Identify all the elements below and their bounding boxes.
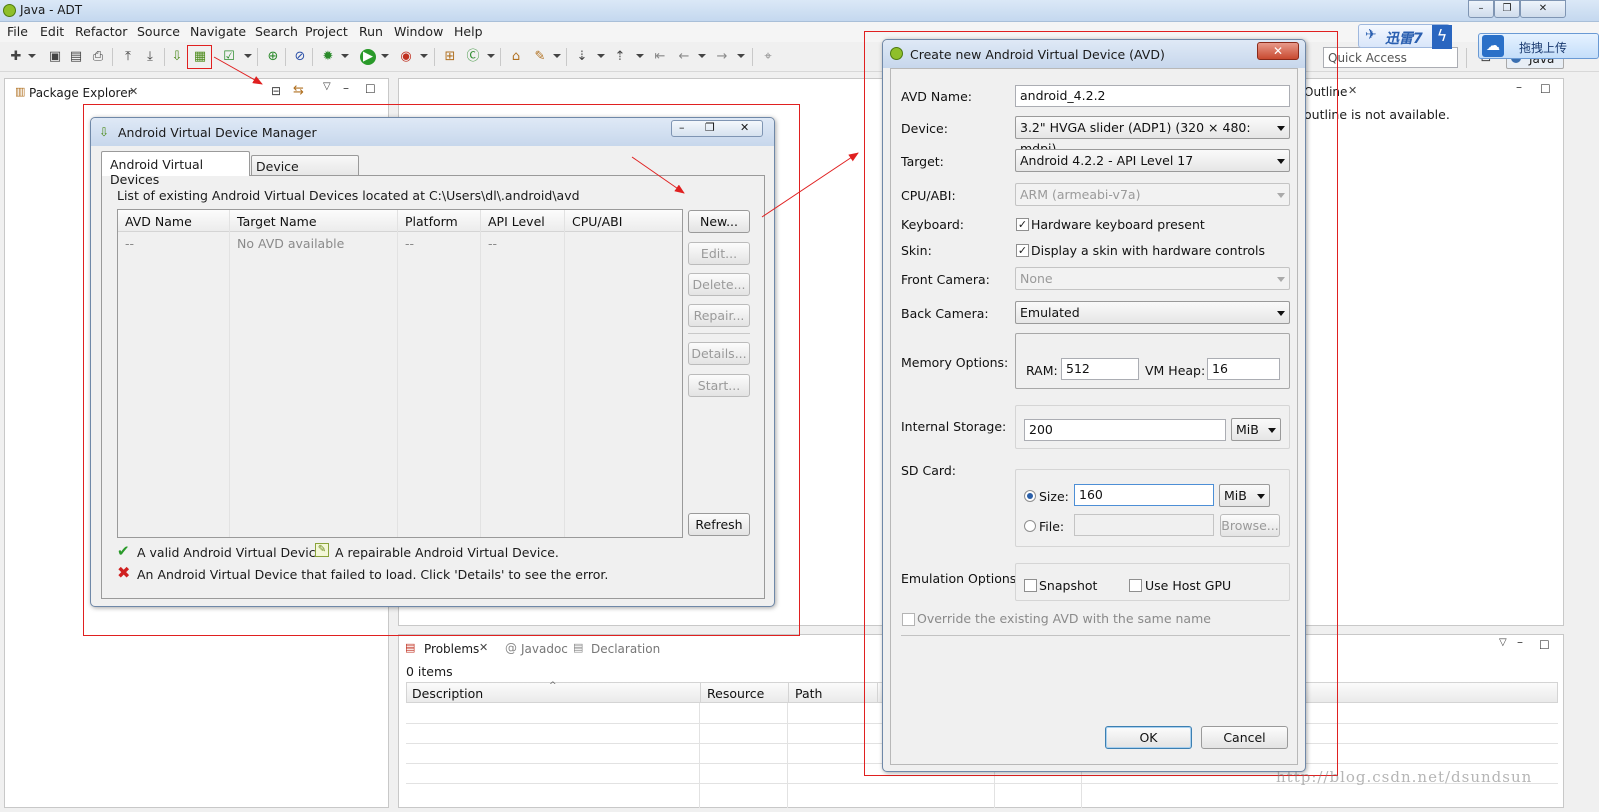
ram-label: RAM: xyxy=(1026,363,1058,378)
memory-options-group: RAM: 512 VM Heap: 16 xyxy=(1015,333,1290,389)
chevron-down-icon xyxy=(1277,277,1285,282)
host-gpu-checkbox-label: Use Host GPU xyxy=(1145,578,1232,593)
vm-heap-label: VM Heap: xyxy=(1145,363,1206,378)
sd-size-label: Size: xyxy=(1039,489,1069,504)
emulation-options-label: Emulation Options: xyxy=(901,571,1021,586)
chevron-down-icon xyxy=(1257,494,1265,499)
skin-checkbox-label: Display a skin with hardware controls xyxy=(1031,243,1265,258)
create-avd-dialog: Create new Android Virtual Device (AVD) … xyxy=(882,39,1306,772)
keyboard-checkbox[interactable]: ✓ xyxy=(1016,218,1029,231)
chevron-down-icon xyxy=(1268,428,1276,433)
sd-size-radio[interactable] xyxy=(1024,490,1036,502)
snapshot-checkbox-label: Snapshot xyxy=(1039,578,1098,593)
arrow-to-create-dialog xyxy=(761,152,859,218)
back-camera-label: Back Camera: xyxy=(901,306,989,321)
override-checkbox[interactable] xyxy=(902,613,915,626)
create-avd-title-bar: Create new Android Virtual Device (AVD) … xyxy=(883,40,1305,68)
target-select[interactable]: Android 4.2.2 - API Level 17 xyxy=(1015,149,1290,172)
device-select[interactable]: 3.2" HVGA slider (ADP1) (320 × 480: mdpi… xyxy=(1015,116,1290,156)
internal-storage-input[interactable]: 200 xyxy=(1024,419,1226,441)
cpu-abi-label: CPU/ABI: xyxy=(901,188,956,203)
back-camera-select-value: Emulated xyxy=(1020,305,1080,320)
internal-storage-group: 200 MiB xyxy=(1015,405,1290,449)
chevron-down-icon xyxy=(1277,126,1285,131)
chevron-down-icon xyxy=(1277,193,1285,198)
keyboard-label: Keyboard: xyxy=(901,217,964,232)
arrow-to-new-button xyxy=(631,156,685,194)
sd-size-unit-value: MiB xyxy=(1224,488,1247,503)
internal-storage-unit-select[interactable]: MiB xyxy=(1231,418,1281,441)
skin-checkbox[interactable]: ✓ xyxy=(1016,244,1029,257)
internal-storage-unit-value: MiB xyxy=(1236,422,1259,437)
close-icon[interactable]: ✕ xyxy=(1257,42,1299,60)
create-avd-body: AVD Name: android_4.2.2 Device: 3.2" HVG… xyxy=(890,68,1298,765)
tab-label: Android Virtual Devices xyxy=(110,157,204,187)
target-select-value: Android 4.2.2 - API Level 17 xyxy=(1020,153,1194,168)
sd-card-group: Size: 160 MiB File: Browse... xyxy=(1015,469,1290,547)
vm-heap-input[interactable]: 16 xyxy=(1207,358,1280,380)
internal-storage-label: Internal Storage: xyxy=(901,419,1007,434)
sd-file-input[interactable] xyxy=(1074,514,1214,536)
browse-button[interactable]: Browse... xyxy=(1220,514,1280,537)
dialog-separator xyxy=(901,635,1290,636)
avd-name-input[interactable]: android_4.2.2 xyxy=(1015,85,1290,107)
snapshot-checkbox[interactable] xyxy=(1024,579,1037,592)
avd-name-label: AVD Name: xyxy=(901,89,972,104)
memory-options-label: Memory Options: xyxy=(901,355,1009,370)
chevron-down-icon xyxy=(1277,159,1285,164)
front-camera-select[interactable]: None xyxy=(1015,267,1290,290)
skin-label: Skin: xyxy=(901,243,932,258)
adt-app-icon xyxy=(890,47,903,60)
arrow-toolbar-to-manager xyxy=(213,56,263,85)
cpu-abi-select-value: ARM (armeabi-v7a) xyxy=(1020,187,1141,202)
sd-file-radio[interactable] xyxy=(1024,520,1036,532)
create-avd-title: Create new Android Virtual Device (AVD) xyxy=(910,47,1165,62)
sd-size-input[interactable]: 160 xyxy=(1074,484,1214,506)
annotation-arrows xyxy=(213,56,859,218)
front-camera-label: Front Camera: xyxy=(901,272,990,287)
cpu-abi-select[interactable]: ARM (armeabi-v7a) xyxy=(1015,183,1290,206)
watermark: http://blog.csdn.net/dsundsun xyxy=(1276,768,1533,786)
target-label: Target: xyxy=(901,154,944,169)
back-camera-select[interactable]: Emulated xyxy=(1015,301,1290,324)
host-gpu-checkbox[interactable] xyxy=(1129,579,1142,592)
override-checkbox-label: Override the existing AVD with the same … xyxy=(917,611,1211,626)
front-camera-select-value: None xyxy=(1020,271,1053,286)
sd-card-label: SD Card: xyxy=(901,463,956,478)
tab-android-virtual-devices[interactable]: Android Virtual Devices xyxy=(101,151,250,187)
ram-input[interactable]: 512 xyxy=(1061,358,1139,380)
ok-button[interactable]: OK xyxy=(1105,726,1192,749)
device-label: Device: xyxy=(901,121,948,136)
sd-size-unit-select[interactable]: MiB xyxy=(1219,484,1270,507)
emulation-options-group: Snapshot Use Host GPU xyxy=(1015,563,1290,601)
cancel-button[interactable]: Cancel xyxy=(1201,726,1288,749)
sd-file-label: File: xyxy=(1039,519,1065,534)
chevron-down-icon xyxy=(1277,311,1285,316)
keyboard-checkbox-label: Hardware keyboard present xyxy=(1031,217,1205,232)
